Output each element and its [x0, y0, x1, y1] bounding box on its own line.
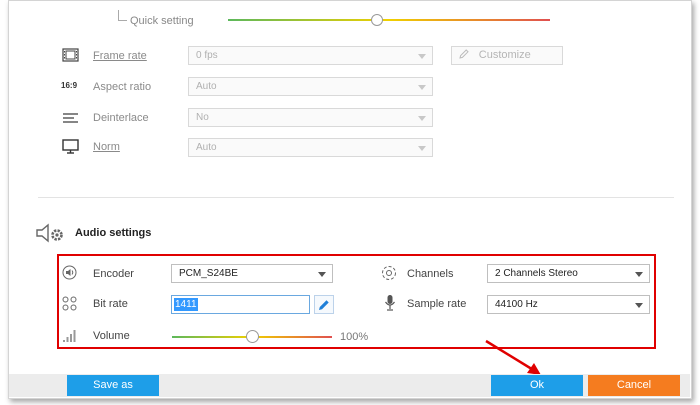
norm-value: Auto [196, 142, 217, 153]
bitrate-input[interactable]: 1411 [171, 295, 310, 314]
volume-bars-icon [62, 327, 78, 346]
chevron-down-icon [635, 303, 643, 308]
customize-label: Customize [478, 49, 531, 61]
bitrate-label: Bit rate [93, 298, 128, 310]
channels-label: Channels [407, 268, 454, 280]
aspect-ratio-select[interactable]: Auto [188, 77, 433, 96]
samplerate-value: 44100 Hz [495, 299, 538, 310]
monitor-icon [62, 139, 79, 157]
quick-setting-label: Quick setting [130, 15, 194, 27]
pencil-icon [459, 49, 469, 59]
chevron-down-icon [418, 85, 426, 90]
pencil-icon [319, 300, 329, 310]
frame-rate-label[interactable]: Frame rate [93, 50, 147, 62]
chevron-down-icon [418, 146, 426, 151]
audio-settings-title: Audio settings [75, 227, 152, 239]
customize-button[interactable]: Customize [451, 46, 563, 65]
quick-setting-slider-track[interactable] [228, 19, 550, 21]
volume-label: Volume [93, 330, 130, 342]
deinterlace-icon [62, 112, 79, 127]
deinterlace-label: Deinterlace [93, 112, 149, 124]
bitrate-value: 1411 [174, 298, 198, 311]
samplerate-select[interactable]: 44100 Hz [487, 295, 650, 314]
audio-settings-icon [35, 222, 67, 247]
encoder-label: Encoder [93, 268, 134, 280]
bitrate-icon [62, 296, 77, 314]
volume-slider-knob[interactable] [246, 330, 259, 343]
encoder-select[interactable]: PCM_S24BE [171, 264, 333, 283]
channels-icon [381, 265, 397, 284]
film-icon [62, 48, 79, 65]
chevron-down-icon [418, 54, 426, 59]
bitrate-edit-button[interactable] [314, 295, 334, 314]
chevron-down-icon [635, 272, 643, 277]
volume-value: 100% [340, 331, 369, 343]
samplerate-label: Sample rate [407, 298, 467, 310]
aspect-ratio-label: Aspect ratio [93, 81, 152, 93]
quick-setting-connector [118, 10, 127, 21]
chevron-down-icon [318, 272, 326, 277]
norm-label[interactable]: Norm [93, 141, 120, 153]
deinterlace-value: No [196, 112, 209, 123]
frame-rate-value: 0 fps [196, 50, 218, 61]
aspect-ratio-value: Auto [196, 81, 217, 92]
deinterlace-select[interactable]: No [188, 108, 433, 127]
channels-select[interactable]: 2 Channels Stereo [487, 264, 650, 283]
channels-value: 2 Channels Stereo [495, 268, 578, 279]
norm-select[interactable]: Auto [188, 138, 433, 157]
speaker-icon [62, 265, 77, 283]
cancel-button[interactable]: Cancel [588, 375, 680, 396]
ok-button[interactable]: Ok [491, 375, 583, 396]
chevron-down-icon [418, 116, 426, 121]
section-divider [38, 197, 674, 198]
aspect-ratio-icon: 16:9 [61, 81, 78, 90]
encoder-value: PCM_S24BE [179, 268, 238, 279]
quick-setting-slider-knob[interactable] [371, 14, 383, 26]
microphone-icon [384, 294, 396, 315]
frame-rate-select[interactable]: 0 fps [188, 46, 433, 65]
save-as-button[interactable]: Save as [67, 375, 159, 396]
